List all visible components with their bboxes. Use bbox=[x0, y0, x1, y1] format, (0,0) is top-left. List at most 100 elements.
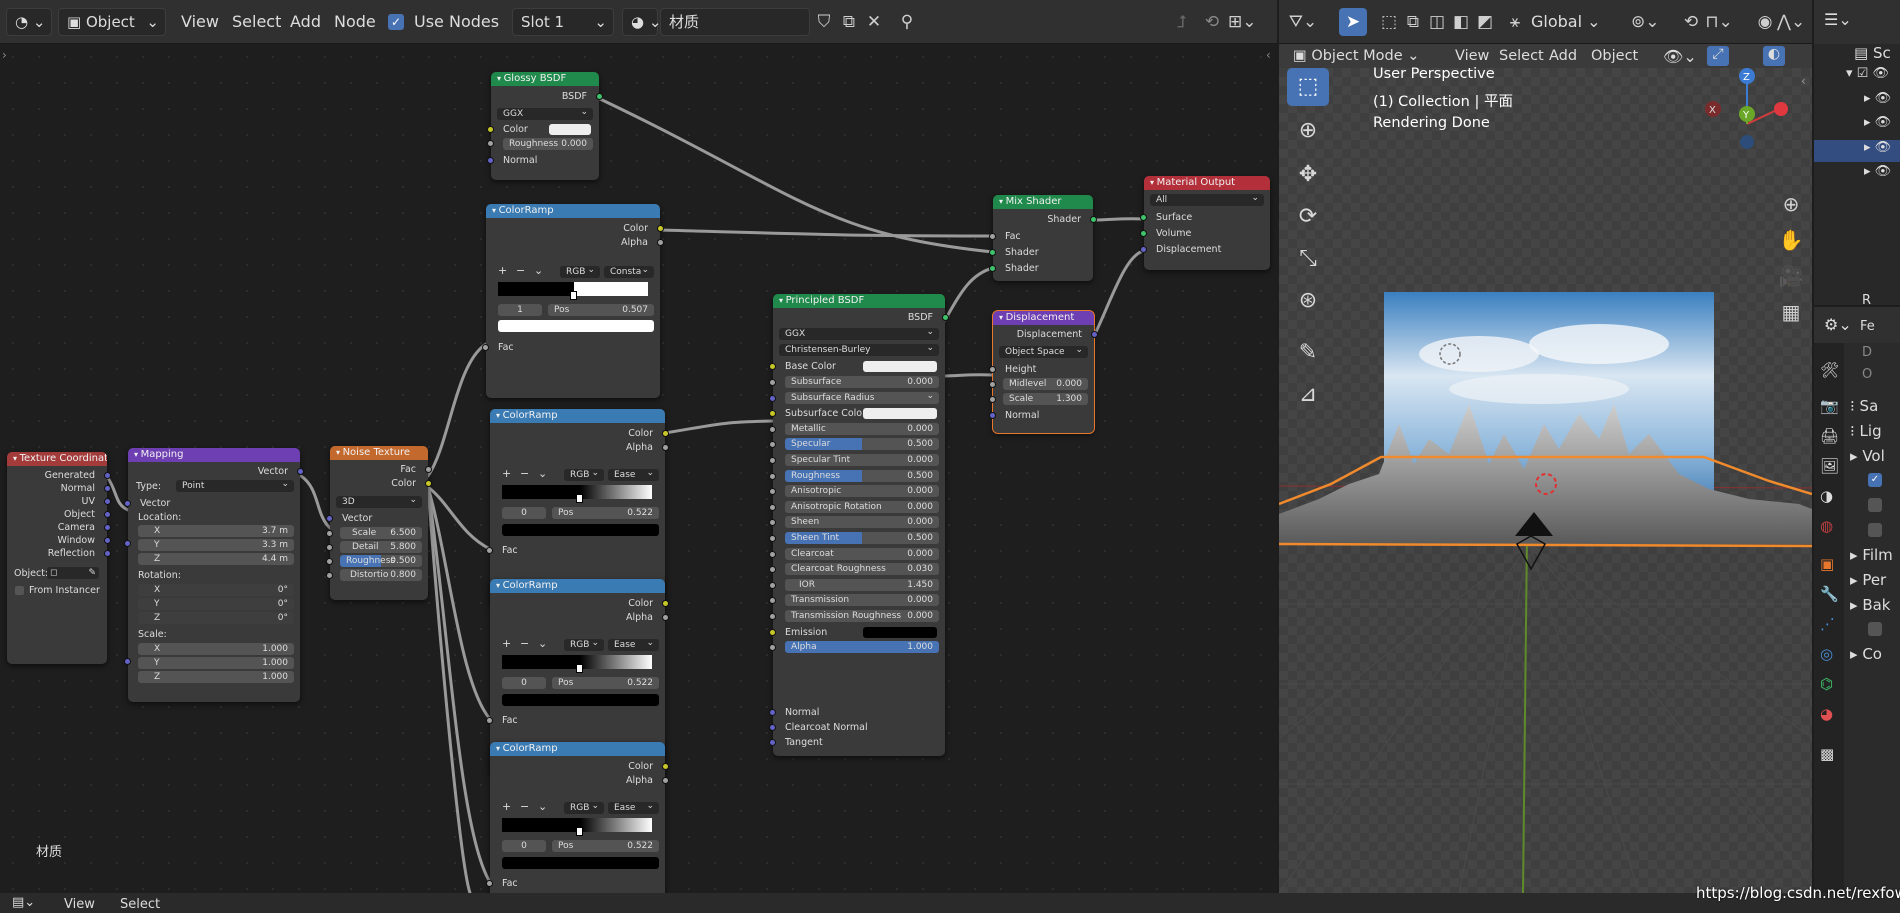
cursor-tool-icon[interactable]: ⊕ bbox=[1287, 112, 1329, 150]
prop-panel-light[interactable]: ⁝ Lig bbox=[1850, 422, 1882, 440]
principled-subsurface-method-dropdown[interactable]: Christensen-Burley bbox=[779, 344, 939, 356]
colorramp-3-header[interactable]: ColorRamp bbox=[490, 579, 665, 593]
principled-socket-1[interactable] bbox=[769, 394, 776, 402]
principled-field-transmission-roughness[interactable]: Transmission Roughness 0.000 bbox=[785, 610, 939, 622]
subsurface-color-swatch[interactable] bbox=[863, 408, 937, 420]
mix-shader-node[interactable]: Mix Shader Shader Fac Shader Shader bbox=[989, 195, 1097, 281]
colorramp-node-4[interactable]: ColorRamp Color Alpha + − ⌄ RGB Ease 0 P… bbox=[486, 742, 669, 893]
noise-color-socket[interactable] bbox=[425, 480, 432, 487]
principled-socket-5[interactable] bbox=[769, 457, 776, 464]
ramp4-pos-field[interactable]: Pos 0.522 bbox=[552, 840, 659, 852]
principled-field-alpha[interactable]: Alpha 1.000 bbox=[785, 641, 939, 654]
principled-field-anisotropic-rotation[interactable]: Anisotropic Rotation 0.000 bbox=[785, 500, 939, 513]
collection-row[interactable]: ▾ ☑ 👁 bbox=[1814, 66, 1900, 88]
mix-fac-socket[interactable] bbox=[989, 233, 996, 240]
displacement-header[interactable]: Displacement bbox=[993, 311, 1094, 325]
transform-tool-icon[interactable]: ⊛ bbox=[1287, 282, 1329, 320]
principled-bsdf-socket[interactable] bbox=[942, 314, 949, 321]
displacement-space-dropdown[interactable]: Object Space bbox=[999, 346, 1088, 358]
principled-field-specular-tint[interactable]: Specular Tint 0.000 bbox=[785, 454, 939, 466]
displacement-scale-socket[interactable] bbox=[989, 396, 996, 403]
mapping-scl-x[interactable]: X 1.000 bbox=[138, 643, 294, 655]
principled-socket-7[interactable] bbox=[769, 488, 776, 496]
move-tool-icon[interactable]: ✥ bbox=[1287, 156, 1329, 194]
select-tool-button[interactable]: ⬚ bbox=[1287, 68, 1329, 106]
ramp3-pos-field[interactable]: Pos 0.522 bbox=[552, 677, 659, 689]
principled-field-sheen[interactable]: Sheen 0.000 bbox=[785, 516, 939, 529]
ramp1-fac-socket[interactable] bbox=[482, 344, 489, 351]
fake-user-shield-icon[interactable]: ⛉ bbox=[810, 8, 838, 36]
ortho-grid-icon[interactable]: ▦ bbox=[1777, 298, 1805, 326]
tool-tab-icon[interactable]: 🛠 bbox=[1820, 361, 1839, 379]
noise-detail-field[interactable]: Detail 5.800 bbox=[340, 541, 422, 553]
properties-type-icon[interactable]: ⚙⌄ bbox=[1824, 315, 1852, 334]
principled-socket-3[interactable] bbox=[769, 425, 776, 433]
proportional-edit-icon[interactable]: ◉ bbox=[1751, 8, 1779, 36]
texcoord-reflection-socket[interactable] bbox=[104, 550, 111, 557]
principled-socket-17[interactable] bbox=[769, 644, 776, 652]
ramp4-index-field[interactable]: 0 bbox=[502, 840, 546, 852]
principled-field-roughness[interactable]: Roughness 0.500 bbox=[785, 469, 939, 482]
principled-distribution-dropdown[interactable]: GGX bbox=[779, 328, 939, 340]
texcoord-object-picker[interactable]: ◻ ✎ bbox=[47, 567, 99, 579]
noise-texture-node[interactable]: Noise Texture Fac Color 3D Vector Scale6… bbox=[326, 446, 432, 600]
principled-field-transmission[interactable]: Transmission 0.000 bbox=[785, 594, 939, 607]
duplicate-icon[interactable]: ⧉ bbox=[835, 8, 863, 36]
material-tab-icon[interactable]: ◕ bbox=[1820, 705, 1833, 723]
ramp4-mode-dropdown[interactable]: RGB bbox=[564, 802, 604, 814]
principled-field-specular[interactable]: Specular 0.500 bbox=[785, 438, 939, 451]
ramp2-fac-socket[interactable] bbox=[486, 547, 493, 554]
colorramp-1-header[interactable]: ColorRamp bbox=[486, 204, 660, 218]
glossy-roughness-field[interactable]: Roughness 0.000 bbox=[503, 138, 593, 150]
texcoord-window-socket[interactable] bbox=[104, 537, 111, 544]
outliner-row-1[interactable]: ▸ 👁 bbox=[1814, 91, 1900, 113]
displacement-node[interactable]: Displacement Displacement Object Space H… bbox=[989, 310, 1098, 434]
scene-collection-row[interactable]: ▤ Sc bbox=[1814, 44, 1900, 66]
prop-checkbox-3[interactable] bbox=[1868, 523, 1882, 537]
mapping-type-dropdown[interactable]: Point bbox=[176, 480, 294, 492]
ramp2-index-field[interactable]: 0 bbox=[502, 507, 546, 519]
ramp3-index-field[interactable]: 0 bbox=[502, 677, 546, 689]
texcoord-object-socket[interactable] bbox=[104, 511, 111, 518]
glossy-roughness-socket[interactable] bbox=[487, 140, 494, 147]
ramp3-alpha-socket[interactable] bbox=[662, 614, 669, 621]
ramp2-remove-icon[interactable]: − bbox=[520, 467, 529, 480]
pivot-point-icon[interactable]: ⊚⌄ bbox=[1631, 8, 1660, 36]
ramp3-stop-color[interactable] bbox=[502, 694, 659, 706]
ramp2-add-icon[interactable]: + bbox=[502, 467, 511, 480]
camera-view-icon[interactable]: 🎥 bbox=[1777, 262, 1805, 290]
mapping-node[interactable]: Mapping Vector Type: Point Vector Locati… bbox=[124, 448, 304, 702]
ramp4-remove-icon[interactable]: − bbox=[520, 800, 529, 813]
principled-socket-9[interactable] bbox=[769, 519, 776, 527]
ramp1-stop-color[interactable] bbox=[498, 320, 654, 332]
scene-tab-icon[interactable]: ◑ bbox=[1820, 487, 1833, 505]
principled-socket-11[interactable] bbox=[769, 550, 776, 558]
noise-header[interactable]: Noise Texture bbox=[330, 446, 428, 460]
world-tab-icon[interactable]: ◍ bbox=[1820, 517, 1833, 535]
glossy-color-swatch[interactable] bbox=[549, 124, 591, 135]
modifier-tab-icon[interactable]: 🔧 bbox=[1820, 585, 1839, 603]
3d-viewport[interactable]: ▣ Object Mode ⌄ View Select Add Object 👁… bbox=[1279, 44, 1812, 893]
colorramp-node-2[interactable]: ColorRamp Color Alpha + − ⌄ RGB Ease 0 P… bbox=[486, 409, 669, 605]
close-icon[interactable]: ✕ bbox=[860, 8, 888, 36]
editor-type-icon[interactable]: ▤⌄ bbox=[12, 895, 35, 910]
mapping-loc-x[interactable]: X 3.7 m bbox=[138, 525, 294, 537]
prop-checkbox-1[interactable]: ✓ bbox=[1868, 473, 1882, 487]
annotate-tool-icon[interactable]: ✎ bbox=[1287, 334, 1329, 372]
noise-vector-socket[interactable] bbox=[326, 515, 333, 522]
prop-panel-volumes[interactable]: ▸ Vol bbox=[1850, 447, 1885, 465]
outliner-type-icon[interactable]: ☰⌄ bbox=[1824, 10, 1852, 29]
texcoord-generated-socket[interactable] bbox=[104, 472, 111, 479]
view3d-editor-type-icon[interactable]: ⛛⌄ bbox=[1283, 8, 1323, 36]
noise-roughness-socket[interactable] bbox=[326, 558, 333, 565]
ramp1-interp-dropdown[interactable]: Consta bbox=[604, 266, 654, 278]
principled-field-clearcoat[interactable]: Clearcoat 0.000 bbox=[785, 547, 939, 560]
prop-checkbox-4[interactable] bbox=[1868, 622, 1882, 636]
ramp1-mode-dropdown[interactable]: RGB bbox=[560, 266, 600, 278]
pin-icon[interactable]: ⚲ bbox=[893, 8, 921, 36]
material-name-field[interactable]: 材质 bbox=[660, 8, 810, 36]
mapping-loc-z[interactable]: Z 4.4 m bbox=[138, 553, 294, 565]
glossy-node-header[interactable]: Glossy BSDF bbox=[491, 72, 599, 86]
ramp2-interp-dropdown[interactable]: Ease bbox=[608, 469, 659, 481]
texture-tab-icon[interactable]: ▩ bbox=[1820, 745, 1834, 763]
